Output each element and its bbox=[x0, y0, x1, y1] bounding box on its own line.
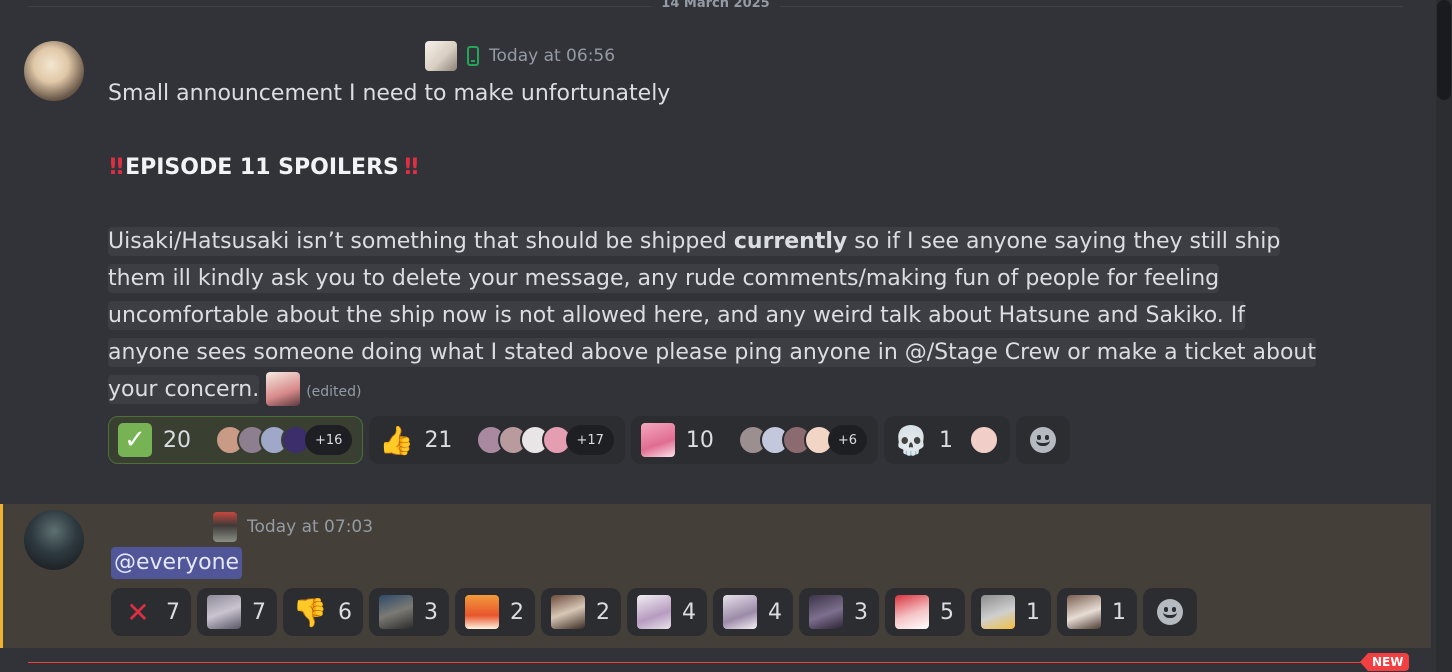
custom-emoji-hat bbox=[550, 594, 586, 630]
reaction-custom-red-hair[interactable]: 5 bbox=[885, 588, 965, 636]
add-reaction-button[interactable] bbox=[1143, 588, 1197, 636]
reaction-count: 7 bbox=[166, 599, 180, 625]
message-header: Today at 07:03 bbox=[213, 512, 373, 542]
role-icon[interactable] bbox=[213, 512, 237, 542]
reaction-count: 4 bbox=[768, 599, 782, 625]
reaction-check[interactable]: ✓ 20 +16 bbox=[108, 416, 364, 464]
scrollbar-track[interactable] bbox=[1436, 0, 1452, 672]
reaction-count: 4 bbox=[682, 599, 696, 625]
reactions-bar: ✓ 20 +16 👍 21 +17 10 +6 💀 1 bbox=[108, 416, 1071, 464]
message-header: Today at 06:56 bbox=[425, 41, 615, 71]
reactor-facepile: +17 bbox=[476, 425, 614, 455]
reaction-count: 6 bbox=[338, 599, 352, 625]
message-line: Uisaki/Hatsusaki isn’t something that sh… bbox=[108, 227, 1281, 256]
message-line: Small announcement I need to make unfort… bbox=[108, 81, 671, 106]
reaction-thumbs-down[interactable]: 👎 6 bbox=[283, 588, 363, 636]
reaction-count: 10 bbox=[685, 427, 714, 453]
custom-emoji-question bbox=[808, 594, 844, 630]
edited-label: (edited) bbox=[306, 384, 362, 400]
reaction-count: 5 bbox=[940, 599, 954, 625]
smiley-icon bbox=[1157, 599, 1183, 625]
spoiler-heading: !! EPISODE 11 SPOILERS!! bbox=[108, 155, 420, 180]
reaction-custom-brown[interactable]: 1 bbox=[1057, 588, 1137, 636]
message-content: Small announcement I need to make unfort… bbox=[108, 75, 1368, 411]
timestamp[interactable]: Today at 07:03 bbox=[247, 517, 373, 537]
reaction-thumbs-up[interactable]: 👍 21 +17 bbox=[369, 416, 625, 464]
reaction-custom-orange[interactable]: 2 bbox=[455, 588, 535, 636]
reaction-custom-girl[interactable]: 7 bbox=[197, 588, 277, 636]
reactions-bar: ✕ 7 7 👎 6 3 2 2 4 4 3 5 1 1 bbox=[111, 588, 1197, 636]
custom-emoji-white-hair-2 bbox=[722, 594, 758, 630]
skull-icon: 💀 bbox=[893, 423, 929, 457]
thumbs-up-icon: 👍 bbox=[379, 423, 414, 457]
reaction-count: 21 bbox=[424, 427, 453, 453]
reaction-count: 2 bbox=[596, 599, 610, 625]
reaction-count: 1 bbox=[1112, 599, 1126, 625]
reaction-count: 3 bbox=[854, 599, 868, 625]
message-2[interactable]: Today at 07:03 @everyone ✕ 7 7 👎 6 3 2 2 bbox=[0, 504, 1431, 648]
message-line: anyone sees someone doing what I stated … bbox=[108, 338, 1316, 367]
message-line: your concern. (edited) bbox=[108, 371, 1368, 411]
custom-emoji-inline[interactable] bbox=[266, 372, 301, 406]
reaction-count: 2 bbox=[510, 599, 524, 625]
message-line: them ill kindly ask you to delete your m… bbox=[108, 264, 1220, 293]
custom-emoji-orange-face bbox=[464, 594, 500, 630]
new-messages-divider bbox=[28, 662, 1388, 663]
double-exclamation-icon: !! bbox=[402, 155, 420, 180]
more-reactors: +17 bbox=[566, 425, 614, 455]
reaction-custom-question[interactable]: 3 bbox=[799, 588, 879, 636]
avatar[interactable] bbox=[24, 41, 84, 101]
custom-emoji-cat-thumbs bbox=[980, 594, 1016, 630]
scrollbar-thumb[interactable] bbox=[1437, 0, 1451, 100]
message-1[interactable]: Today at 06:56 Small announcement I need… bbox=[0, 26, 1428, 476]
reaction-count: 20 bbox=[163, 427, 191, 453]
avatar[interactable] bbox=[24, 510, 84, 570]
reaction-count: 7 bbox=[252, 599, 266, 625]
double-exclamation-icon: !! bbox=[108, 155, 125, 180]
everyone-mention[interactable]: @everyone bbox=[111, 547, 243, 579]
reactor-avatar bbox=[969, 425, 1000, 455]
custom-emoji-girl bbox=[206, 594, 242, 630]
reaction-custom-white-hair-2[interactable]: 4 bbox=[713, 588, 793, 636]
add-reaction-button[interactable] bbox=[1016, 416, 1071, 464]
message-line: uncomfortable about the ship now is not … bbox=[108, 301, 1246, 330]
custom-emoji-dark bbox=[378, 594, 414, 630]
reaction-count: 3 bbox=[424, 599, 438, 625]
cross-mark-icon: ✕ bbox=[126, 595, 150, 629]
reaction-anime-face[interactable]: 10 +6 bbox=[630, 416, 879, 464]
more-reactors: +16 bbox=[305, 425, 353, 455]
custom-emoji-brown bbox=[1066, 594, 1102, 630]
reactor-facepile: +16 bbox=[215, 425, 353, 455]
reaction-custom-hat[interactable]: 2 bbox=[541, 588, 621, 636]
reaction-custom-dark[interactable]: 3 bbox=[369, 588, 449, 636]
reaction-count: 1 bbox=[939, 427, 954, 453]
thumbs-down-icon: 👎 bbox=[292, 595, 328, 629]
reaction-cross[interactable]: ✕ 7 bbox=[111, 588, 191, 636]
custom-emoji-red-hair bbox=[894, 594, 930, 630]
role-icon[interactable] bbox=[425, 41, 457, 71]
custom-emoji-white-hair bbox=[636, 594, 672, 630]
smiley-icon bbox=[1030, 427, 1057, 453]
reaction-custom-cat[interactable]: 1 bbox=[971, 588, 1051, 636]
reaction-custom-white-hair[interactable]: 4 bbox=[627, 588, 707, 636]
new-badge: NEW bbox=[1360, 653, 1410, 671]
anime-face-emoji bbox=[640, 422, 676, 458]
check-mark-icon: ✓ bbox=[117, 422, 153, 458]
mobile-phone-icon bbox=[467, 46, 479, 66]
reactor-facepile: +6 bbox=[737, 425, 868, 455]
more-reactors: +6 bbox=[827, 425, 868, 455]
date-divider: 14 March 2025 bbox=[28, 0, 1403, 11]
timestamp[interactable]: Today at 06:56 bbox=[489, 46, 615, 66]
reaction-skull[interactable]: 💀 1 bbox=[884, 416, 1011, 464]
date-label: 14 March 2025 bbox=[651, 0, 780, 11]
reaction-count: 1 bbox=[1026, 599, 1040, 625]
